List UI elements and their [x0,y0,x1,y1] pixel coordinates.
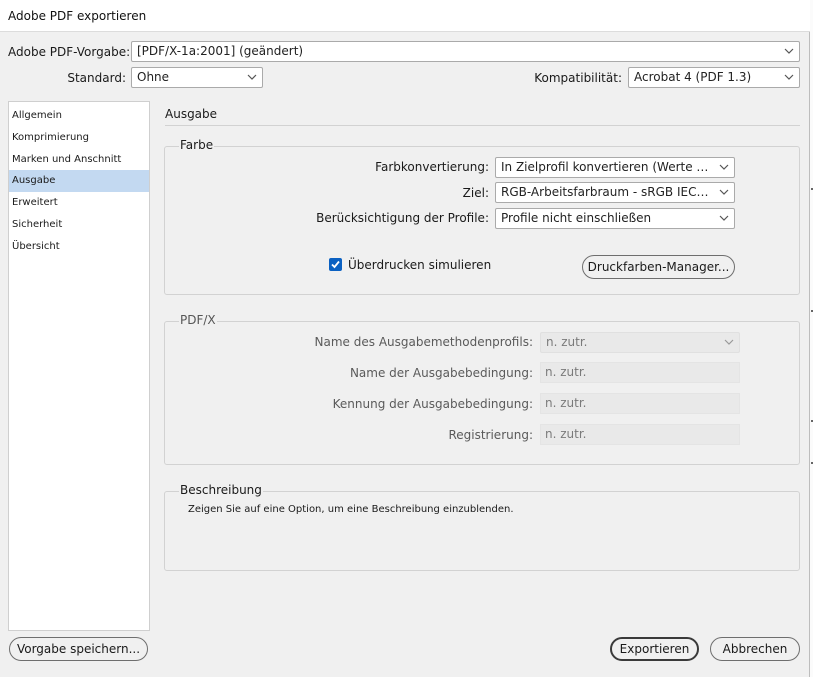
chevron-down-icon [719,189,729,195]
ausgabemethodenprofil-select[interactable]: n. zutr. [540,332,740,353]
ueberdrucken-checkbox[interactable] [329,258,342,271]
ziel-select[interactable]: RGB-Arbeitsfarbraum - sRGB IEC619... [495,182,735,203]
sidebar-item-marken-und-anschnitt[interactable]: Marken und Anschnitt [9,149,149,171]
chevron-down-icon [719,164,729,170]
beschreibung-group-title: Beschreibung [179,483,263,497]
chevron-down-icon [247,74,257,80]
ausgabebedingung-kennung-field[interactable]: n. zutr. [540,393,740,414]
beschreibung-text: Zeigen Sie auf eine Option, um eine Besc… [188,504,514,515]
sidebar-item-label: Marken und Anschnitt [12,154,122,165]
preset-label: Adobe PDF-Vorgabe: [8,45,131,59]
druckfarben-manager-button[interactable]: Druckfarben-Manager... [582,255,735,279]
ueberdrucken-label[interactable]: Überdrucken simulieren [348,258,491,272]
farbkonvertierung-select[interactable]: In Zielprofil konvertieren (Werte bei... [495,157,735,178]
export-dialog: Adobe PDF exportieren Adobe PDF-Vorgabe:… [0,0,810,677]
vorgabe-speichern-button[interactable]: Vorgabe speichern... [9,637,148,661]
abbrechen-button[interactable]: Abbrechen [710,637,800,661]
standard-label: Standard: [67,71,126,85]
sidebar-item-uebersicht[interactable]: Übersicht [9,236,149,258]
sidebar-item-label: Allgemein [12,110,62,121]
registrierung-label: Registrierung: [448,428,533,442]
preset-select[interactable]: [PDF/X-1a:2001] (geändert) [131,41,800,62]
ausgabebedingung-kennung-label: Kennung der Ausgabebedingung: [332,397,533,411]
ausgabebedingung-name-field[interactable]: n. zutr. [540,362,740,383]
profile-label: Berücksichtigung der Profile: [316,211,489,225]
ausgabebedingung-name-label: Name der Ausgabebedingung: [349,366,533,380]
profile-select[interactable]: Profile nicht einschließen [495,208,735,229]
ziel-label: Ziel: [462,186,489,200]
sidebar-item-label: Sicherheit [12,219,63,230]
sidebar-item-erweitert[interactable]: Erweitert [9,192,149,214]
profile-value: Profile nicht einschließen [501,211,652,225]
section-title: Ausgabe [165,107,218,121]
section-divider [165,125,800,126]
standard-value: Ohne [137,70,170,84]
chevron-down-icon [719,215,729,221]
sidebar-item-allgemein[interactable]: Allgemein [9,105,149,127]
ausgabemethodenprofil-label: Name des Ausgabemethodenprofils: [314,335,533,349]
checkmark-icon [331,260,340,269]
chevron-down-icon [784,48,794,54]
sidebar-item-label: Ausgabe [12,175,56,186]
sidebar-item-label: Komprimierung [12,132,89,143]
ausgabemethodenprofil-value: n. zutr. [546,335,588,349]
sidebar-item-ausgabe[interactable]: Ausgabe [9,170,149,192]
sidebar-item-label: Erweitert [12,197,58,208]
exportieren-button[interactable]: Exportieren [610,637,699,661]
window-title: Adobe PDF exportieren [8,9,147,23]
farbe-group-title: Farbe [179,138,215,152]
standard-select[interactable]: Ohne [131,67,263,88]
compatibility-select[interactable]: Acrobat 4 (PDF 1.3) [628,67,800,88]
sidebar: Allgemein Komprimierung Marken und Ansch… [8,101,150,631]
preset-value: [PDF/X-1a:2001] (geändert) [137,44,304,58]
chevron-down-icon [724,339,734,345]
sidebar-item-komprimierung[interactable]: Komprimierung [9,127,149,149]
sidebar-item-label: Übersicht [12,241,60,252]
registrierung-field[interactable]: n. zutr. [540,424,740,445]
ziel-value: RGB-Arbeitsfarbraum - sRGB IEC619... [501,185,731,199]
farbkonvertierung-label: Farbkonvertierung: [375,160,489,174]
sidebar-item-sicherheit[interactable]: Sicherheit [9,214,149,236]
chevron-down-icon [784,74,794,80]
compatibility-value: Acrobat 4 (PDF 1.3) [634,70,752,84]
beschreibung-group: Beschreibung Zeigen Sie auf eine Option,… [164,483,800,571]
farbkonvertierung-value: In Zielprofil konvertieren (Werte bei... [501,160,727,174]
compatibility-label: Kompatibilität: [534,71,622,85]
title-bar[interactable]: Adobe PDF exportieren [0,0,810,32]
pdfx-group-title: PDF/X [179,313,217,327]
